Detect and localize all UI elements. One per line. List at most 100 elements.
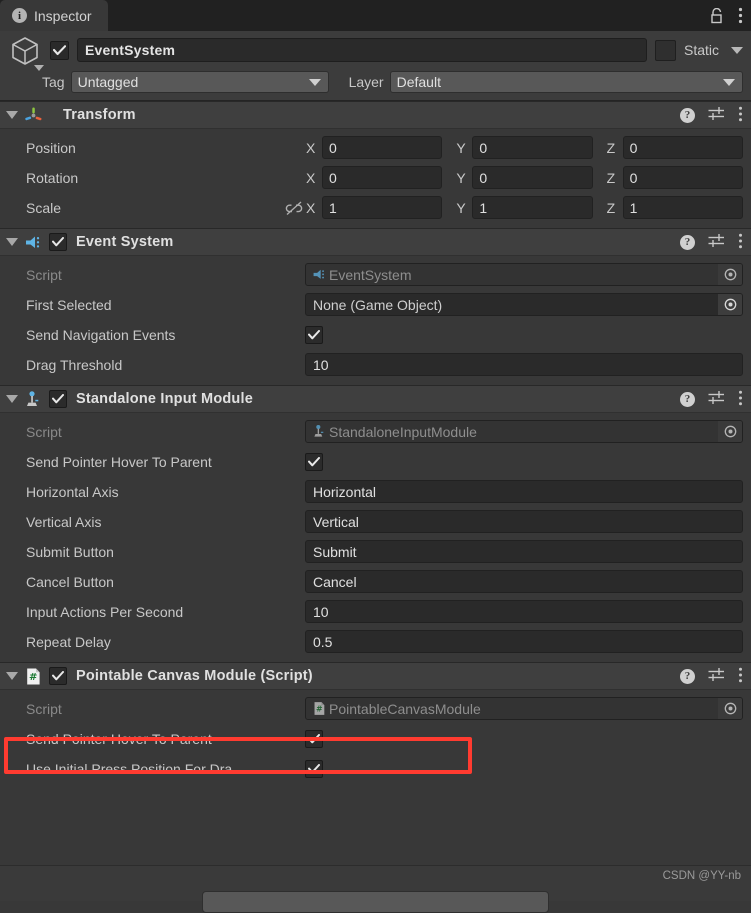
drag-threshold-input[interactable]: 10 <box>305 353 743 376</box>
property-label: Position <box>26 139 76 156</box>
inspector-tabbar: i Inspector <box>0 0 751 31</box>
preset-icon[interactable] <box>708 390 725 408</box>
property-label: Cancel Button <box>26 573 114 590</box>
repeat-delay-input[interactable]: 0.5 <box>305 630 743 653</box>
component-body-pointable-canvas-module: Script # PointableCanvasModule Send Poin… <box>0 690 751 791</box>
layer-dropdown[interactable]: Default <box>389 71 743 93</box>
scale-z-input[interactable]: 1 <box>622 196 743 219</box>
layer-value: Default <box>396 74 441 90</box>
kebab-menu-icon[interactable] <box>738 7 743 24</box>
send-navigation-events-checkbox[interactable] <box>305 325 323 344</box>
svg-text:#: # <box>316 704 323 713</box>
component-header-actions: ? <box>680 390 743 409</box>
component-header-event-system[interactable]: Event System ? <box>0 228 751 256</box>
component-body-event-system: Script EventSystem First Selected None (… <box>0 256 751 385</box>
help-icon[interactable]: ? <box>680 234 695 250</box>
help-icon[interactable]: ? <box>680 668 695 684</box>
foldout-arrow-icon[interactable] <box>6 672 18 680</box>
scale-x-input[interactable]: 1 <box>322 196 443 219</box>
cancel-button-input[interactable]: Cancel <box>305 570 743 593</box>
component-enabled-checkbox[interactable] <box>49 667 67 685</box>
kebab-menu-icon[interactable] <box>738 667 743 686</box>
cube-dropdown-caret[interactable] <box>34 65 44 71</box>
gameobject-name-input[interactable]: EventSystem <box>77 38 647 62</box>
component-body-transform: Position X 0 Y 0 Z 0 Rotation X 0 Y 0 Z … <box>0 129 751 228</box>
foldout-arrow-icon[interactable] <box>6 395 18 403</box>
input-actions-per-second-input[interactable]: 10 <box>305 600 743 623</box>
tag-value: Untagged <box>77 74 139 90</box>
first-selected-object-field[interactable]: None (Game Object) <box>305 293 743 316</box>
property-row-submit-button: Submit Button Submit <box>8 539 743 564</box>
property-row-use-initial-press-position-for-drag: Use Initial Press Position For Dra <box>8 756 743 781</box>
property-label: Send Pointer Hover To Parent <box>26 730 212 747</box>
object-picker-icon <box>718 421 742 442</box>
csharp-script-icon: # <box>311 701 328 716</box>
gameobject-enabled-checkbox[interactable] <box>50 40 69 60</box>
position-y-input[interactable]: 0 <box>472 136 593 159</box>
tabbar-actions <box>710 0 743 31</box>
layer-label: Layer <box>348 74 384 90</box>
horizontal-axis-input[interactable]: Horizontal <box>305 480 743 503</box>
property-label: Send Navigation Events <box>26 326 176 343</box>
axis-label-z: Z <box>606 169 616 186</box>
component-title: Event System <box>76 234 174 250</box>
cube-icon[interactable] <box>8 34 44 71</box>
component-title: Standalone Input Module <box>76 391 253 407</box>
property-row-input-actions-per-second: Input Actions Per Second 10 <box>8 599 743 624</box>
object-picker-icon[interactable] <box>718 294 742 315</box>
help-icon[interactable]: ? <box>680 107 695 123</box>
position-z-input[interactable]: 0 <box>622 136 743 159</box>
lock-icon[interactable] <box>710 7 724 24</box>
static-checkbox[interactable] <box>654 39 676 61</box>
vertical-axis-input[interactable]: Vertical <box>305 510 743 533</box>
property-label: Input Actions Per Second <box>26 603 184 620</box>
tab-inspector-label: Inspector <box>34 7 92 24</box>
property-label: Script <box>26 700 62 717</box>
property-label: Vertical Axis <box>26 513 102 530</box>
tag-dropdown[interactable]: Untagged <box>70 71 329 93</box>
foldout-arrow-icon[interactable] <box>6 238 18 246</box>
axis-label-z: Z <box>606 139 616 156</box>
kebab-menu-icon[interactable] <box>738 233 743 252</box>
kebab-menu-icon[interactable] <box>738 390 743 409</box>
property-label: Send Pointer Hover To Parent <box>26 453 212 470</box>
component-header-transform[interactable]: Transform ? <box>0 101 751 129</box>
property-row-script: Script # PointableCanvasModule <box>8 696 743 721</box>
static-dropdown-caret[interactable] <box>731 46 743 54</box>
kebab-menu-icon[interactable] <box>738 106 743 125</box>
property-label: Submit Button <box>26 543 114 560</box>
component-header-standalone-input-module[interactable]: Standalone Input Module ? <box>0 385 751 413</box>
send-pointer-hover-to-parent-checkbox[interactable] <box>305 729 323 748</box>
info-icon: i <box>12 8 27 23</box>
property-label: Script <box>26 423 62 440</box>
inspector-footer: CSDN @YY-nb <box>0 865 751 913</box>
broken-link-icon[interactable] <box>283 200 305 216</box>
preset-icon[interactable] <box>708 667 725 685</box>
component-header-actions: ? <box>680 667 743 686</box>
position-x-input[interactable]: 0 <box>322 136 443 159</box>
use-initial-press-position-for-drag-checkbox[interactable] <box>305 759 323 778</box>
component-title: Transform <box>63 107 136 123</box>
component-enabled-checkbox[interactable] <box>49 233 67 251</box>
preset-icon[interactable] <box>708 106 725 124</box>
gameobject-name-row: EventSystem Static <box>8 37 743 71</box>
script-value: StandaloneInputModule <box>329 423 477 440</box>
component-enabled-checkbox[interactable] <box>49 390 67 408</box>
rotation-x-input[interactable]: 0 <box>322 166 443 189</box>
axis-label-y: Y <box>456 169 466 186</box>
property-row-scale: Scale X 1 Y 1 Z 1 <box>8 195 743 220</box>
help-icon[interactable]: ? <box>680 391 695 407</box>
add-component-button[interactable] <box>202 891 549 913</box>
property-row-send-pointer-hover-to-parent: Send Pointer Hover To Parent <box>8 726 743 751</box>
tab-inspector[interactable]: i Inspector <box>0 0 108 31</box>
property-row-vertical-axis: Vertical Axis Vertical <box>8 509 743 534</box>
submit-button-input[interactable]: Submit <box>305 540 743 563</box>
preset-icon[interactable] <box>708 233 725 251</box>
send-pointer-hover-to-parent-checkbox[interactable] <box>305 452 323 471</box>
scale-y-input[interactable]: 1 <box>472 196 593 219</box>
component-header-pointable-canvas-module[interactable]: # Pointable Canvas Module (Script) ? <box>0 662 751 690</box>
rotation-y-input[interactable]: 0 <box>472 166 593 189</box>
foldout-arrow-icon[interactable] <box>6 111 18 119</box>
script-value: PointableCanvasModule <box>329 700 481 717</box>
rotation-z-input[interactable]: 0 <box>622 166 743 189</box>
